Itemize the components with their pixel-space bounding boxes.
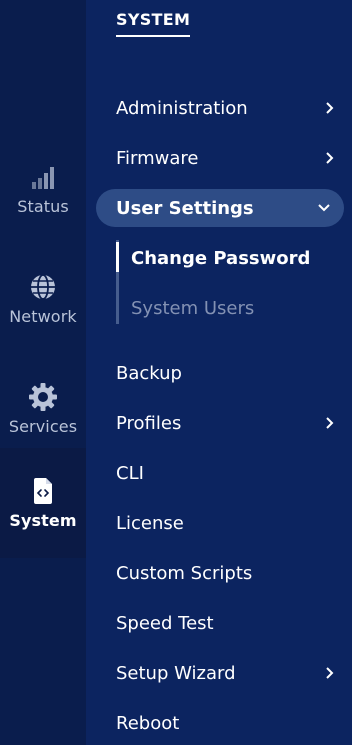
rail-item-system[interactable]: System bbox=[0, 448, 86, 558]
submenu-item-label: System Users bbox=[131, 297, 255, 319]
rail-item-network[interactable]: Network bbox=[0, 244, 86, 354]
menu-item-reboot[interactable]: Reboot bbox=[116, 707, 336, 739]
menu-item-label: Custom Scripts bbox=[116, 562, 253, 584]
rail-item-label: Status bbox=[17, 196, 69, 216]
menu-item-label: Reboot bbox=[116, 712, 180, 734]
chevron-right-icon bbox=[324, 417, 336, 429]
code-file-icon bbox=[32, 477, 54, 505]
gear-icon bbox=[28, 382, 58, 411]
menu-item-user-settings[interactable]: User Settings bbox=[96, 189, 344, 227]
rail-item-status[interactable]: Status bbox=[0, 134, 86, 244]
menu-item-custom-scripts[interactable]: Custom Scripts bbox=[116, 557, 336, 589]
submenu-item-change-password[interactable]: Change Password bbox=[116, 240, 329, 276]
user-settings-submenu: Change Password System Users bbox=[116, 240, 310, 324]
submenu-item-system-users[interactable]: System Users bbox=[119, 290, 329, 326]
menu-item-setup-wizard[interactable]: Setup Wizard bbox=[116, 657, 336, 689]
menu-item-label: Firmware bbox=[116, 147, 199, 169]
globe-icon bbox=[29, 273, 57, 301]
menu-item-label: License bbox=[116, 512, 184, 534]
main-rail: Status Network Services System bbox=[0, 0, 86, 745]
menu-item-cli[interactable]: CLI bbox=[116, 457, 336, 489]
submenu-item-label: Change Password bbox=[131, 247, 311, 269]
menu-item-label: User Settings bbox=[116, 197, 254, 219]
menu-item-backup[interactable]: Backup bbox=[116, 357, 336, 389]
rail-item-label: Services bbox=[8, 416, 78, 436]
chevron-right-icon bbox=[324, 102, 336, 114]
rail-item-label: Network bbox=[9, 306, 77, 326]
menu-item-label: Backup bbox=[116, 362, 182, 384]
rail-item-label: System bbox=[9, 510, 77, 530]
panel-title: SYSTEM bbox=[116, 10, 191, 37]
chevron-down-icon bbox=[318, 202, 330, 214]
menu-item-license[interactable]: License bbox=[116, 507, 336, 539]
signal-bars-icon bbox=[30, 163, 56, 191]
menu-item-label: CLI bbox=[116, 462, 144, 484]
system-submenu-panel: SYSTEM Administration Firmware User Sett… bbox=[86, 0, 352, 745]
menu-item-label: Setup Wizard bbox=[116, 662, 236, 684]
menu-item-speed-test[interactable]: Speed Test bbox=[116, 607, 336, 639]
menu-item-administration[interactable]: Administration bbox=[116, 92, 336, 124]
menu-item-firmware[interactable]: Firmware bbox=[116, 142, 336, 174]
menu-item-label: Speed Test bbox=[116, 612, 214, 634]
chevron-right-icon bbox=[324, 667, 336, 679]
chevron-right-icon bbox=[324, 152, 336, 164]
menu-item-label: Profiles bbox=[116, 412, 182, 434]
menu-item-label: Administration bbox=[116, 97, 248, 119]
menu-item-profiles[interactable]: Profiles bbox=[116, 407, 336, 439]
